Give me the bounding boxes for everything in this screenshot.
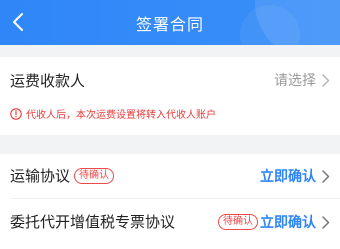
status-badge: 待确认	[74, 167, 115, 184]
payee-row[interactable]: 运费收款人 请选择	[0, 57, 340, 102]
warning-circle-icon	[10, 107, 22, 120]
payee-card: 运费收款人 请选择 代收人后，本次运费设置将转入代收人账户	[0, 57, 340, 135]
contract-label: 委托代开增值税专票协议	[10, 213, 176, 231]
page-title: 签署合同	[135, 14, 204, 34]
contracts-card: 运输协议 待确认 立即确认 委托代开增值税专票协议 待确认 立即确认	[0, 154, 340, 249]
confirm-button[interactable]: 立即确认	[260, 166, 316, 186]
payee-notice: 代收人后，本次运费设置将转入代收人账户	[10, 106, 216, 121]
chevron-right-icon	[322, 215, 330, 229]
confirm-button[interactable]: 立即确认	[260, 212, 316, 232]
contract-row-transport[interactable]: 运输协议 待确认 立即确认	[0, 154, 340, 198]
chevron-right-icon	[322, 73, 330, 87]
payee-label: 运费收款人	[10, 72, 86, 90]
contract-label: 运输协议	[10, 167, 71, 185]
payee-select-placeholder[interactable]: 请选择	[274, 70, 316, 90]
status-badge: 待确认	[218, 214, 258, 230]
header-bar: 签署合同	[0, 0, 340, 45]
contract-row-vat-invoice[interactable]: 委托代开增值税专票协议 待确认 立即确认	[0, 199, 340, 245]
chevron-right-icon	[322, 169, 330, 183]
payee-notice-text: 代收人后，本次运费设置将转入代收人账户	[26, 110, 216, 121]
